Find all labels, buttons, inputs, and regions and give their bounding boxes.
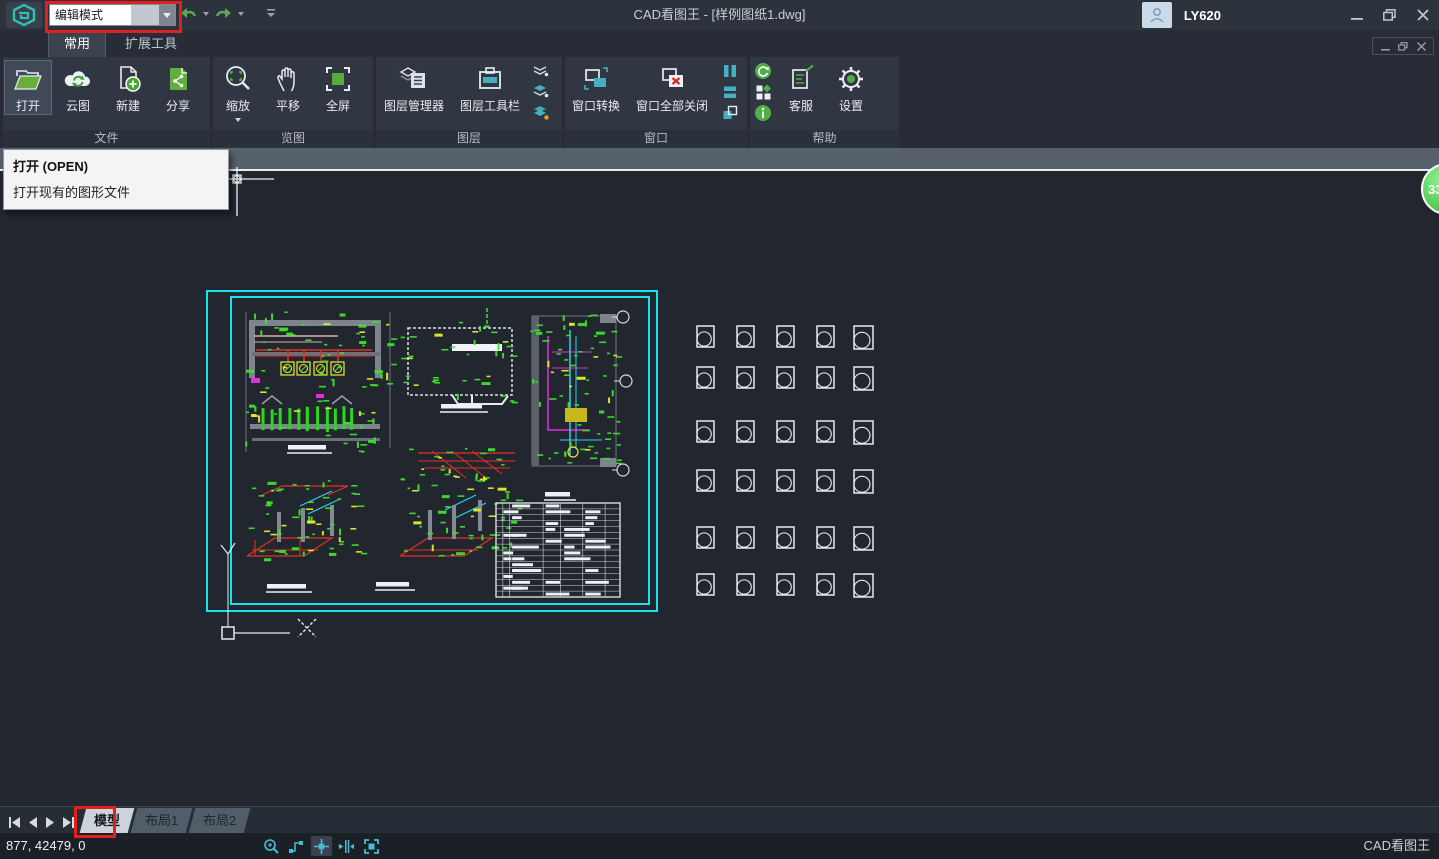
window-close-all-icon: [656, 64, 688, 94]
next-sheet-button[interactable]: [45, 817, 55, 828]
document-window-controls: [1372, 37, 1434, 55]
status-bar: 877, 42479, 0: [0, 833, 1439, 859]
restore-button[interactable]: [1373, 0, 1406, 29]
window-title: CAD看图王 - [样例图纸1.dwg]: [0, 0, 1439, 30]
support-doc-icon: [785, 64, 817, 94]
zoom-magnifier-icon: [222, 64, 254, 94]
status-fit-extent-button[interactable]: [361, 836, 382, 856]
layer-manager-button[interactable]: 图层管理器: [377, 60, 451, 115]
zoom-button[interactable]: 缩放: [214, 60, 262, 123]
sheet-tab-layout1[interactable]: 布局1: [131, 808, 193, 833]
share-file-icon: [162, 64, 194, 94]
group-label-file: 文件: [3, 130, 210, 147]
sheet-tab-model[interactable]: 模型: [80, 808, 135, 833]
ribbon-tab-common[interactable]: 常用: [48, 30, 106, 57]
ribbon-group-window: 窗口转换 窗口全部关闭: [565, 57, 747, 148]
tile-vertical-icon[interactable]: [721, 62, 739, 80]
ribbon-group-layer: 图层管理器 图层工具栏: [376, 57, 562, 148]
ribbon-group-help: 客服 设置 帮助: [750, 57, 899, 148]
status-zoom-button[interactable]: [261, 836, 282, 856]
coordinates-readout: 877, 42479, 0: [6, 833, 86, 859]
user-avatar[interactable]: [1142, 2, 1172, 28]
open-tooltip: 打开 (OPEN) 打开现有的图形文件: [3, 149, 229, 210]
first-sheet-button[interactable]: [8, 817, 21, 828]
ribbon-group-view: 缩放 平移 全屏 览图: [213, 57, 373, 148]
status-fit-width-icon: [338, 838, 355, 855]
sheet-tab-layout2[interactable]: 布局2: [189, 808, 251, 833]
open-folder-icon: [12, 64, 44, 94]
layer-on-icon[interactable]: [532, 62, 550, 80]
pan-hand-icon: [272, 64, 304, 94]
drawing-canvas[interactable]: [0, 171, 1439, 807]
doc-restore-button[interactable]: [1396, 40, 1410, 52]
close-all-windows-button[interactable]: 窗口全部关闭: [628, 60, 716, 115]
status-fit-width-button[interactable]: [336, 836, 357, 856]
close-button[interactable]: [1406, 0, 1439, 29]
promo-badge-label: 33: [1428, 182, 1439, 197]
username[interactable]: LY620: [1184, 8, 1221, 23]
fullscreen-button[interactable]: 全屏: [314, 60, 362, 115]
new-file-button[interactable]: 新建: [104, 60, 152, 115]
last-sheet-button[interactable]: [62, 817, 75, 828]
layer-toolbar-icon: [474, 64, 506, 94]
status-zoom-icon: [263, 838, 280, 855]
doc-minimize-icon: [1381, 42, 1390, 51]
zoom-dropdown-chevron[interactable]: [235, 118, 241, 122]
settings-button[interactable]: 设置: [827, 60, 875, 115]
title-bar: 编辑模式 CAD看图王 - [样例图纸1.dwg] LY620: [0, 0, 1439, 30]
layer-current-icon[interactable]: [532, 104, 550, 122]
status-app-name: CAD看图王: [1364, 833, 1430, 859]
status-crosshair-button[interactable]: [311, 836, 332, 856]
pan-button[interactable]: 平移: [264, 60, 312, 115]
doc-close-icon: [1417, 42, 1426, 51]
group-label-window: 窗口: [565, 130, 747, 147]
restore-icon: [1383, 9, 1396, 21]
sheet-tab-bar: 模型 布局1 布局2: [0, 806, 1439, 833]
new-file-icon: [112, 64, 144, 94]
tooltip-description: 打开现有的图形文件: [13, 182, 219, 201]
cloud-sync-icon: [62, 64, 94, 94]
status-node-link-button[interactable]: [286, 836, 307, 856]
person-icon: [1148, 6, 1166, 24]
ribbon: 常用 扩展工具 打开: [0, 30, 1439, 148]
close-icon: [1417, 9, 1429, 21]
status-crosshair-icon: [313, 838, 330, 855]
about-info-icon[interactable]: [754, 104, 772, 122]
status-fit-extent-icon: [363, 838, 380, 855]
layer-off-icon[interactable]: [532, 83, 550, 101]
group-label-layer: 图层: [376, 130, 562, 147]
previous-sheet-button[interactable]: [28, 817, 38, 828]
doc-close-button[interactable]: [1414, 40, 1428, 52]
ribbon-tab-extended-tools[interactable]: 扩展工具: [110, 31, 192, 57]
doc-restore-icon: [1398, 42, 1408, 51]
open-button[interactable]: 打开: [4, 60, 52, 115]
layer-toolbar-button[interactable]: 图层工具栏: [453, 60, 527, 115]
cloud-drawing-button[interactable]: 云图: [54, 60, 102, 115]
group-label-help: 帮助: [750, 130, 899, 147]
minimize-icon: [1351, 9, 1363, 21]
layer-manager-icon: [398, 64, 430, 94]
minimize-button[interactable]: [1340, 0, 1373, 29]
tooltip-title: 打开 (OPEN): [13, 156, 219, 175]
tile-horizontal-icon[interactable]: [721, 83, 739, 101]
settings-gear-icon: [835, 64, 867, 94]
customer-service-button[interactable]: 客服: [777, 60, 825, 115]
status-node-link-icon: [288, 838, 305, 855]
share-button[interactable]: 分享: [154, 60, 202, 115]
doc-minimize-button[interactable]: [1378, 40, 1392, 52]
fullscreen-icon: [322, 64, 354, 94]
window-switch-button[interactable]: 窗口转换: [566, 60, 626, 115]
window-switch-icon: [580, 64, 612, 94]
ribbon-group-file: 打开 云图 新建: [3, 57, 210, 148]
cascade-windows-icon[interactable]: [721, 104, 739, 122]
app-recommend-icon[interactable]: [754, 83, 772, 101]
check-update-icon[interactable]: [754, 62, 772, 80]
group-label-view: 览图: [213, 130, 373, 147]
